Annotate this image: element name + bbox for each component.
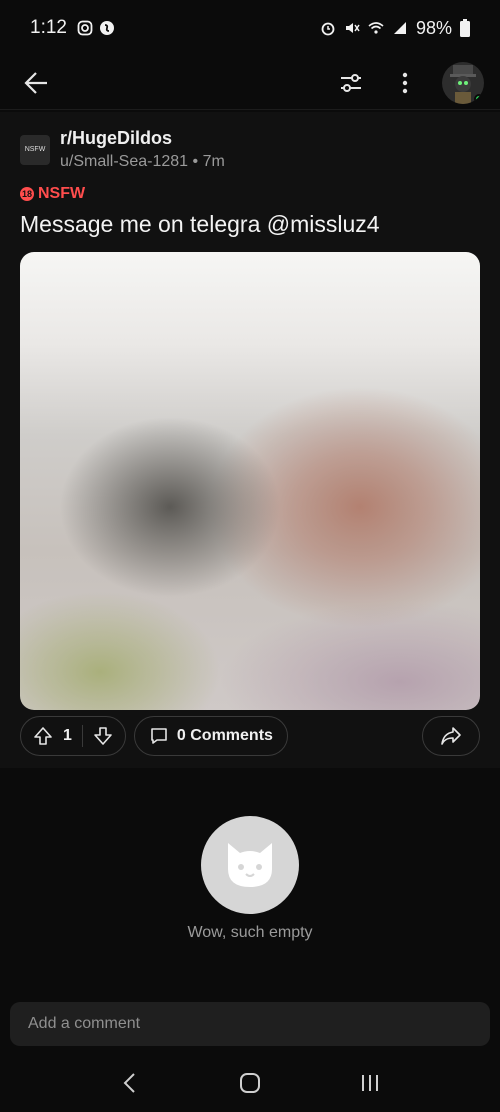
vote-count: 1 <box>63 727 72 744</box>
subreddit-link[interactable]: r/HugeDildos <box>60 128 225 149</box>
arrow-left-icon <box>24 71 47 94</box>
chevron-left-icon <box>123 1073 135 1093</box>
app-bar-actions <box>334 61 484 104</box>
subreddit-icon[interactable]: NSFW <box>20 134 50 165</box>
mute-icon <box>345 23 360 33</box>
status-system-icons: 98% <box>320 18 470 39</box>
alarm-icon <box>321 22 335 36</box>
vote-divider <box>81 725 83 747</box>
filter-button[interactable] <box>334 66 368 100</box>
comments-button[interactable]: 0 Comments <box>133 716 288 756</box>
recents-icon <box>362 1075 378 1091</box>
post-actions: 1 0 Comments <box>20 716 480 756</box>
battery-icon <box>460 19 470 37</box>
comment-placeholder: Add a comment <box>28 1015 141 1032</box>
empty-cat-avatar <box>201 816 299 914</box>
upvote-icon[interactable] <box>33 726 53 746</box>
vote-controls: 1 <box>20 716 126 756</box>
home-square-icon <box>240 1073 260 1093</box>
more-vertical-icon <box>402 72 408 93</box>
share-icon <box>441 727 461 745</box>
more-options-button[interactable] <box>388 66 422 100</box>
sliders-icon <box>341 73 361 92</box>
nav-recents-button[interactable] <box>350 1063 390 1103</box>
nsfw-tag: 18 NSFW <box>20 185 480 203</box>
empty-comments: Wow, such empty <box>0 770 500 990</box>
comment-icon <box>151 728 167 744</box>
app-bar <box>0 56 500 110</box>
back-button[interactable] <box>16 63 56 103</box>
byline-separator: • <box>192 153 203 170</box>
author-link[interactable]: u/Small-Sea-1281 <box>60 153 188 170</box>
wifi-icon <box>368 22 384 34</box>
shazam-icon <box>99 21 114 35</box>
nav-back-button[interactable] <box>110 1063 150 1103</box>
post-title: Message me on telegra @missluz4 <box>20 211 380 237</box>
post-meta: r/HugeDildos u/Small-Sea-1281 • 7m <box>60 128 225 171</box>
user-avatar-button[interactable] <box>442 61 484 104</box>
add-comment-field[interactable]: Add a comment <box>10 1002 490 1046</box>
signal-icon <box>393 22 406 34</box>
battery-percent: 98% <box>415 17 452 38</box>
post-image-blurred[interactable] <box>20 252 480 710</box>
status-bar: 1:12 98% <box>0 0 500 56</box>
status-notification-icons <box>77 20 115 36</box>
downvote-icon[interactable] <box>93 726 113 746</box>
status-time: 1:12 <box>30 17 67 38</box>
comments-count-label: 0 Comments <box>176 727 273 744</box>
nsfw-label: NSFW <box>38 185 86 202</box>
system-nav-bar <box>0 1054 500 1112</box>
empty-state-text: Wow, such empty <box>187 924 313 941</box>
age-18-icon: 18 <box>20 187 34 201</box>
share-button[interactable] <box>422 716 480 756</box>
post-byline: u/Small-Sea-1281 • 7m <box>60 153 225 171</box>
online-indicator <box>474 93 484 104</box>
cat-face-icon <box>228 843 272 887</box>
post-time: 7m <box>202 153 225 170</box>
nav-home-button[interactable] <box>230 1063 270 1103</box>
instagram-icon <box>77 20 93 36</box>
post-card: NSFW r/HugeDildos u/Small-Sea-1281 • 7m … <box>0 112 500 768</box>
post-header: NSFW r/HugeDildos u/Small-Sea-1281 • 7m <box>20 128 480 171</box>
